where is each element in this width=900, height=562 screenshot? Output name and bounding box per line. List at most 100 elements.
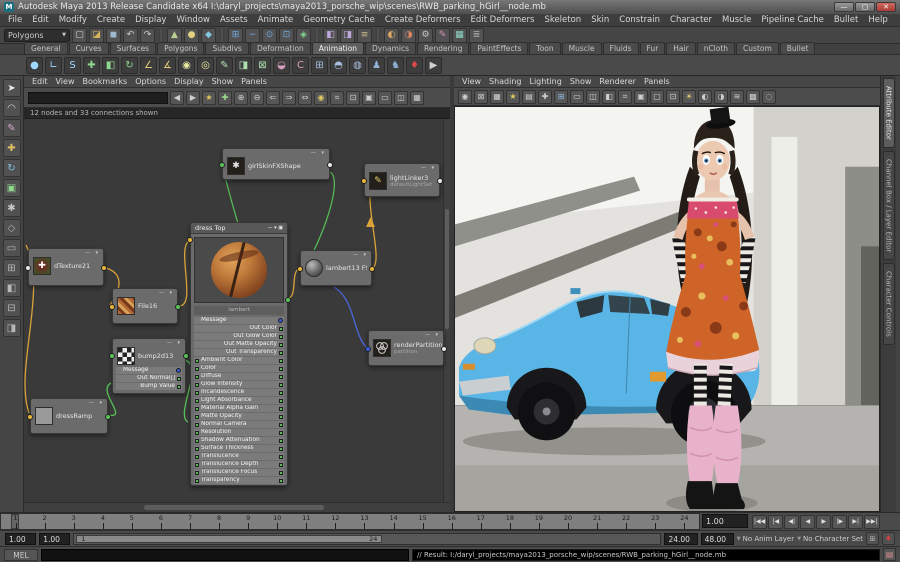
node-graph-area[interactable]: — ▾ ✚ dTexture21 — ▾ File16 <box>24 119 450 502</box>
node-editor-menu-bookmarks[interactable]: Bookmarks <box>78 77 131 86</box>
step-forward-key-button[interactable]: |▶ <box>832 515 847 529</box>
node-search-input[interactable] <box>28 92 168 104</box>
layout-graph-icon[interactable]: ⌗ <box>330 91 344 105</box>
input-port[interactable] <box>195 367 199 371</box>
menu-window[interactable]: Window <box>171 15 215 25</box>
paint-effects-icon[interactable]: ✎ <box>435 28 450 43</box>
timeline-tick-16[interactable]: 16 <box>437 514 466 529</box>
output-port[interactable] <box>279 383 283 387</box>
detach-skin-icon[interactable]: ◎ <box>197 57 214 74</box>
layout-hypershade-icon[interactable]: ◨ <box>3 319 21 337</box>
node-dtexture21[interactable]: — ▾ ✚ dTexture21 <box>28 248 104 286</box>
display-full-icon[interactable]: ▦ <box>410 91 424 105</box>
input-port[interactable] <box>27 414 33 420</box>
mirror-skin-weights-icon[interactable]: ◨ <box>235 57 252 74</box>
output-connections-icon[interactable]: ◨ <box>340 28 355 43</box>
frame-all-icon[interactable]: ⊡ <box>346 91 360 105</box>
node-controls-icon[interactable]: — ▾ <box>421 165 436 171</box>
mirror-joint-icon[interactable]: ◧ <box>102 57 119 74</box>
timeline-tick-10[interactable]: 10 <box>263 514 292 529</box>
menu-file[interactable]: File <box>3 15 27 25</box>
xray-icon[interactable]: ◌ <box>762 90 776 104</box>
output-port[interactable] <box>279 391 283 395</box>
bind-skin-icon[interactable]: ◉ <box>178 57 195 74</box>
image-plane-icon[interactable]: ▤ <box>522 90 536 104</box>
remove-from-graph-icon[interactable]: ⊖ <box>250 91 264 105</box>
minimize-button[interactable]: — <box>834 2 854 12</box>
attribute-row-matte-opacity[interactable]: Matte Opacity <box>194 413 284 420</box>
attribute-row-light-absorbance[interactable]: Light Absorbance <box>194 397 284 404</box>
shadows-icon[interactable]: ◐ <box>698 90 712 104</box>
shelf-tab-dynamics[interactable]: Dynamics <box>365 42 416 54</box>
node-editor-menu-view[interactable]: View <box>52 77 79 86</box>
menu-help[interactable]: Help <box>863 15 892 25</box>
input-port[interactable] <box>109 304 115 310</box>
node-editor-menu-panels[interactable]: Panels <box>237 77 271 86</box>
animation-start-field[interactable]: 1.00 <box>5 533 36 545</box>
title-bar[interactable]: M Autodesk Maya 2013 Release Candidate x… <box>0 0 900 14</box>
timeline-tick-7[interactable]: 7 <box>175 514 204 529</box>
lasso-tool-icon[interactable]: ◠ <box>3 99 21 117</box>
viewport-menu-shading[interactable]: Shading <box>485 77 526 86</box>
output-port[interactable] <box>437 178 443 184</box>
shelf-tab-ncloth[interactable]: nCloth <box>697 42 735 54</box>
undo-icon[interactable]: ↶ <box>123 28 138 43</box>
viewport-render-area[interactable]: RWB <box>454 106 880 512</box>
input-port[interactable] <box>109 353 115 359</box>
input-port[interactable] <box>195 423 199 427</box>
gate-mask-icon[interactable]: ◧ <box>602 90 616 104</box>
shelf-tab-fluids[interactable]: Fluids <box>603 42 639 54</box>
attribute-row-message[interactable]: Message <box>116 367 182 374</box>
node-renderpartition[interactable]: — ▾ renderPartition partition <box>368 330 444 366</box>
layout-single-pane-icon[interactable]: ▭ <box>3 239 21 257</box>
node-controls-icon[interactable]: — ▾ <box>167 340 182 346</box>
shelf-tab-curves[interactable]: Curves <box>69 42 109 54</box>
make-live-icon[interactable]: ◈ <box>296 28 311 43</box>
render-current-frame-icon[interactable]: ◐ <box>384 28 399 43</box>
node-dress-top[interactable]: dress Top — ▾ ▣ lambert MessageOut Color… <box>190 222 288 486</box>
graph-forward-icon[interactable]: ▶ <box>186 91 200 105</box>
hypershade-icon[interactable]: ▦ <box>452 28 467 43</box>
input-connections-icon[interactable]: ◧ <box>323 28 338 43</box>
input-port[interactable] <box>195 375 199 379</box>
file-new-icon[interactable]: ▢ <box>72 28 87 43</box>
node-editor-menu-options[interactable]: Options <box>131 77 170 86</box>
timeline-tick-3[interactable]: 3 <box>59 514 88 529</box>
layout-persp-graph-icon[interactable]: ⊟ <box>3 299 21 317</box>
attribute-row-out-color[interactable]: Out Color <box>194 325 284 332</box>
timeline-tick-9[interactable]: 9 <box>234 514 263 529</box>
lighting-icon[interactable]: ☀ <box>682 90 696 104</box>
collapse-node-icon[interactable]: — ▾ ▣ <box>268 225 283 231</box>
viewport-menu-panels[interactable]: Panels <box>640 77 674 86</box>
input-port[interactable] <box>195 431 199 435</box>
step-forward-frame-button[interactable]: ▶| <box>848 515 863 529</box>
viewport-menu-view[interactable]: View <box>458 77 485 86</box>
menu-character[interactable]: Character <box>665 15 717 25</box>
node-dressramp[interactable]: — ▾ dressRamp <box>30 398 108 434</box>
2d-pan-zoom-icon[interactable]: ✚ <box>538 90 552 104</box>
attribute-row-message[interactable]: Message <box>194 317 284 324</box>
node-controls-icon[interactable]: — ▾ <box>311 150 326 156</box>
shelf-tab-toon[interactable]: Toon <box>529 42 560 54</box>
input-port[interactable] <box>195 415 199 419</box>
timeline-tick-4[interactable]: 4 <box>88 514 117 529</box>
input-port[interactable] <box>195 383 199 387</box>
output-port[interactable] <box>279 415 283 419</box>
select-tool-icon[interactable]: ➤ <box>3 79 21 97</box>
playblast-icon[interactable]: ▶ <box>425 57 442 74</box>
close-button[interactable]: ✕ <box>876 2 896 12</box>
paint-skin-weights-icon[interactable]: ✎ <box>216 57 233 74</box>
timeline-tick-23[interactable]: 23 <box>641 514 670 529</box>
ik-handle-tool-icon[interactable]: ∟ <box>45 57 62 74</box>
output-port[interactable] <box>279 351 283 355</box>
safe-action-icon[interactable]: ▣ <box>634 90 648 104</box>
output-port[interactable] <box>279 327 283 331</box>
timeline-tick-17[interactable]: 17 <box>466 514 495 529</box>
node-controls-icon[interactable]: — ▾ <box>89 400 104 406</box>
menu-skeleton[interactable]: Skeleton <box>539 15 586 25</box>
timeline-tick-19[interactable]: 19 <box>524 514 553 529</box>
attribute-row-translucence[interactable]: Translucence <box>194 453 284 460</box>
menu-skin[interactable]: Skin <box>586 15 614 25</box>
blend-shape-icon[interactable]: ◒ <box>273 57 290 74</box>
select-camera-icon[interactable]: ◉ <box>458 90 472 104</box>
